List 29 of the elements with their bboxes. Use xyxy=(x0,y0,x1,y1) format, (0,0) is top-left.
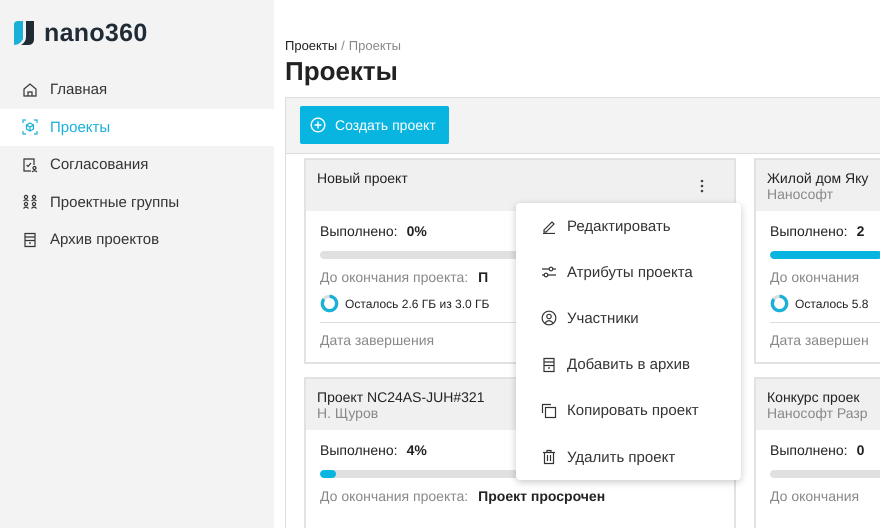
logo-text: nano360 xyxy=(44,18,148,48)
deadline-value: Проект просрочен xyxy=(478,488,606,504)
page-title: Проекты xyxy=(285,56,399,87)
project-title: Проект NC24AS-JUH#321 xyxy=(317,389,485,405)
deadline-label: До окончания проекта: xyxy=(320,269,468,285)
progress-value: 0 xyxy=(856,442,864,458)
progress-value: 2 xyxy=(856,223,864,239)
storage-text: Осталось 2.6 ГБ из 3.0 ГБ xyxy=(345,296,490,310)
deadline-label: До окончания xyxy=(770,269,860,285)
project-owner: Нанософт xyxy=(767,186,834,202)
end-date-label: Дата завершен xyxy=(770,332,869,348)
progress-label: Выполнено: xyxy=(770,223,848,239)
storage-text: Осталось 5.8 xyxy=(795,296,868,310)
end-date-label: Дата завершения xyxy=(320,332,434,348)
project-title: Новый проект xyxy=(317,170,408,186)
deadline-label: До окончания проекта: xyxy=(320,488,468,504)
breadcrumb-separator: / xyxy=(341,38,345,53)
project-owner: Н. Щуров xyxy=(317,405,380,421)
project-title: Конкурс проек xyxy=(767,389,861,405)
progress-label: Выполнено: xyxy=(770,442,848,458)
deadline-label: До окончания xyxy=(770,488,860,504)
project-title: Жилой дом Яку xyxy=(767,170,868,186)
deadline-value: П xyxy=(478,269,488,285)
progress-label: Выполнено: xyxy=(320,223,398,239)
progress-label: Выполнено: xyxy=(320,442,398,458)
progress-value: 4% xyxy=(406,442,427,458)
breadcrumb-current: Проекты xyxy=(348,38,401,53)
progress-value: 0% xyxy=(406,223,427,239)
project-owner: Нанософт Разр xyxy=(767,405,868,421)
